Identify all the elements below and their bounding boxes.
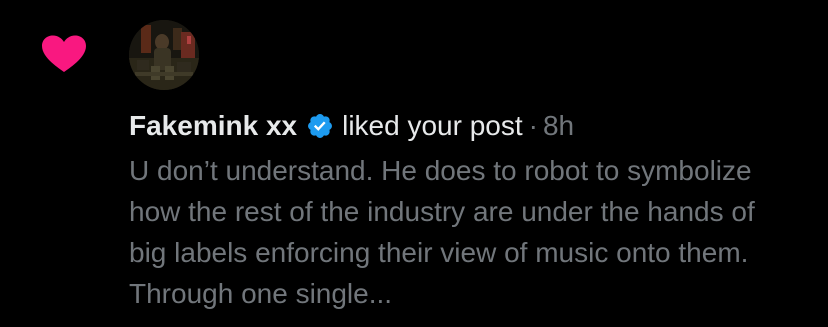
notification-header: Fakemink xx liked your post · 8h (129, 104, 809, 148)
heart-icon (42, 35, 86, 72)
like-notification[interactable]: Fakemink xx liked your post · 8h U don’t… (0, 0, 828, 327)
user-name-link[interactable]: Fakemink xx (129, 110, 297, 142)
separator-dot: · (528, 110, 538, 141)
avatar-image (129, 20, 199, 90)
verified-badge-icon (308, 114, 333, 138)
notification-body: Fakemink xx liked your post · 8h U don’t… (129, 104, 809, 314)
action-text: liked your post (342, 110, 523, 141)
avatar[interactable] (129, 20, 199, 90)
timestamp: 8h (542, 110, 575, 141)
post-preview-text[interactable]: U don’t understand. He does to robot to … (129, 150, 799, 314)
